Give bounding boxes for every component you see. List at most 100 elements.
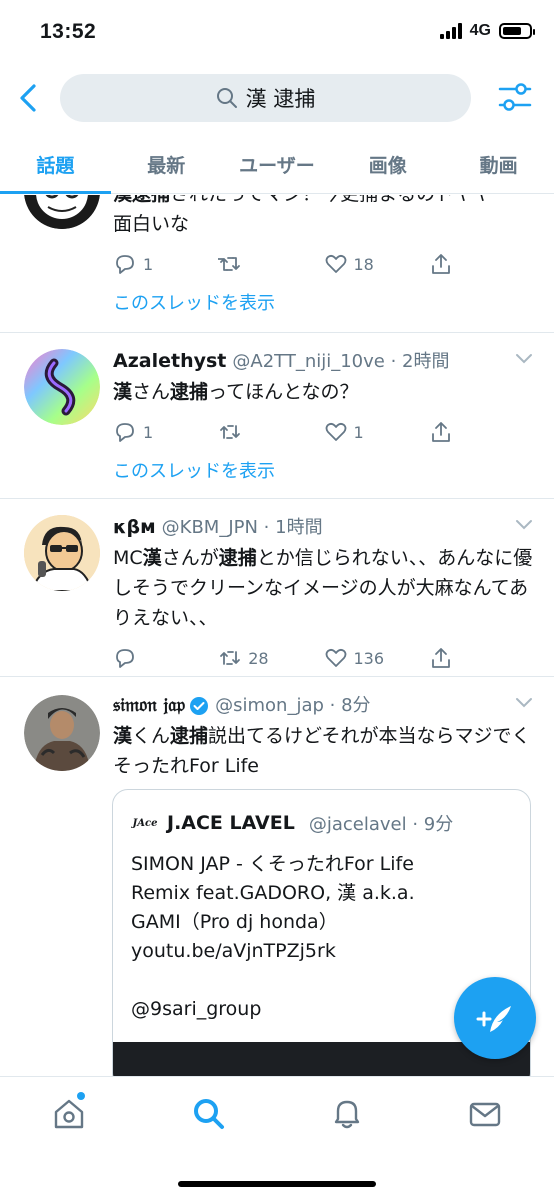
compose-feather-icon (476, 1006, 511, 1032)
bell-icon (334, 1100, 360, 1129)
retweet-button[interactable]: 28 (218, 646, 323, 670)
search-header: 漢 逮捕 (0, 66, 554, 132)
tab-users[interactable]: ユーザー (222, 136, 333, 193)
home-indicator (178, 1181, 376, 1187)
retweet-icon (220, 425, 241, 439)
reply-icon (116, 423, 134, 442)
avatar[interactable] (24, 695, 100, 771)
tweet-actions: 1 1 (113, 417, 534, 447)
like-button[interactable]: 1 (324, 420, 429, 444)
share-icon (431, 648, 450, 668)
tweet-header: 𝔰𝔦𝔪𝔬𝔫 𝔧𝔞𝔭 @simon_jap · 8分 (113, 691, 534, 721)
share-button[interactable] (429, 646, 534, 670)
tweet[interactable]: κβм @KBM_JPN · 1時間 MC漢さんが逮捕とか信じられない、、あんな… (0, 499, 554, 677)
search-icon (216, 88, 237, 108)
quoted-handle-and-time: @jacelavel · 9分 (308, 814, 454, 835)
like-count: 1 (353, 422, 364, 442)
tweet-actions: 1 18 (113, 249, 534, 279)
status-bar: 13:52 4G (0, 0, 554, 66)
avatar[interactable] (24, 515, 100, 591)
reply-count: 1 (143, 254, 154, 274)
home-icon (54, 1099, 84, 1129)
tweet[interactable]: 漢逮捕されたってマジ？今更捕まるのドヤヤ 面白いな 1 18 (0, 195, 554, 333)
retweet-count: 28 (248, 648, 269, 668)
like-count: 18 (353, 254, 374, 274)
mail-icon (469, 1102, 501, 1127)
nav-messages[interactable] (468, 1097, 502, 1131)
tweet-header: Azalethyst @A2TT_niji_10ve · 2時間 (113, 347, 534, 377)
search-query: 漢 逮捕 (245, 87, 316, 111)
tab-images[interactable]: 画像 (332, 136, 443, 193)
display-name[interactable]: Azalethyst (113, 350, 226, 372)
search-icon (194, 1099, 224, 1129)
avatar-image (24, 515, 100, 591)
tab-top[interactable]: 話題 (0, 136, 111, 194)
share-button[interactable] (429, 420, 534, 444)
tweet-feed[interactable]: 漢逮捕されたってマジ？今更捕まるのドヤヤ 面白いな 1 18 (0, 195, 554, 1076)
retweet-icon (218, 257, 241, 271)
tweet-actions: 28 136 (113, 643, 534, 673)
compose-tweet-button[interactable] (454, 977, 536, 1059)
chevron-down-icon[interactable] (514, 517, 534, 531)
tweet-text: MC漢さんが逮捕とか信じられない、、あんなに優しそうでクリーンなイメージの人が大… (113, 547, 533, 629)
nav-search[interactable] (192, 1097, 226, 1131)
tweet-text: 漢くん逮捕説出てるけどそれが本当ならマジでくそったれFor Life (113, 725, 531, 777)
like-button[interactable]: 136 (324, 646, 429, 670)
status-icons: 4G (439, 22, 535, 40)
tweet-text: 漢逮捕されたってマジ？今更捕まるのドヤヤ 面白いな (113, 195, 492, 235)
quoted-avatar-logo: JAce (132, 817, 158, 829)
tab-latest[interactable]: 最新 (111, 136, 222, 193)
notification-dot (77, 1092, 85, 1100)
heart-icon (325, 422, 346, 441)
tweet-text: 漢さん逮捕ってほんとなの？ (113, 381, 359, 403)
quoted-display-name: J.ACE LAVEL (167, 812, 295, 834)
retweet-button[interactable] (218, 252, 323, 276)
share-icon (431, 254, 450, 274)
quoted-link[interactable]: youtu.be/aVjnTPZj5rk (131, 937, 512, 966)
avatar[interactable] (24, 349, 100, 425)
share-icon (431, 422, 450, 442)
handle-and-time: @KBM_JPN · 1時間 (161, 517, 323, 538)
share-button[interactable] (429, 252, 534, 276)
network-type: 4G (469, 22, 491, 39)
status-time: 13:52 (40, 20, 97, 43)
battery-icon (499, 23, 535, 39)
search-input[interactable]: 漢 逮捕 (60, 74, 471, 122)
retweet-button[interactable] (218, 420, 323, 444)
reply-icon (116, 649, 134, 668)
handle-and-time: @simon_jap · 8分 (215, 695, 371, 716)
quoted-tweet-header: JAce J.ACE LAVEL @jacelavel · 9分 (113, 790, 530, 836)
reply-count: 1 (143, 422, 154, 442)
show-thread-link[interactable]: このスレッドを表示 (113, 289, 534, 315)
verified-badge-icon (190, 697, 209, 715)
filter-icon (498, 83, 532, 111)
avatar[interactable] (24, 195, 100, 229)
tweet[interactable]: Azalethyst @A2TT_niji_10ve · 2時間 漢さん逮捕って… (0, 333, 554, 499)
tab-videos[interactable]: 動画 (443, 136, 554, 193)
reply-button[interactable]: 1 (113, 420, 218, 444)
display-name[interactable]: κβм (113, 516, 156, 538)
avatar-image (24, 695, 100, 771)
heart-icon (325, 648, 346, 667)
retweet-icon (220, 651, 241, 665)
handle-and-time: @A2TT_niji_10ve · 2時間 (232, 351, 450, 372)
filter-button[interactable] (498, 80, 532, 114)
chevron-left-icon (20, 84, 36, 112)
display-name[interactable]: 𝔰𝔦𝔪𝔬𝔫 𝔧𝔞𝔭 (113, 694, 185, 716)
like-button[interactable]: 18 (324, 252, 429, 276)
reply-button[interactable]: 1 (113, 252, 218, 276)
avatar-image (24, 195, 100, 229)
reply-button[interactable] (113, 646, 218, 670)
reply-icon (116, 255, 134, 274)
chevron-down-icon[interactable] (514, 351, 534, 365)
search-tabs: 話題 最新 ユーザー 画像 動画 (0, 136, 554, 194)
nav-notifications[interactable] (330, 1097, 364, 1131)
chevron-down-icon[interactable] (514, 695, 534, 709)
signal-icon (439, 23, 462, 39)
tweet-header: κβм @KBM_JPN · 1時間 (113, 513, 534, 543)
nav-home[interactable] (52, 1092, 86, 1131)
show-thread-link[interactable]: このスレッドを表示 (113, 457, 534, 483)
bottom-navigation (0, 1076, 554, 1200)
avatar-image (24, 349, 100, 425)
back-button[interactable] (14, 80, 44, 116)
